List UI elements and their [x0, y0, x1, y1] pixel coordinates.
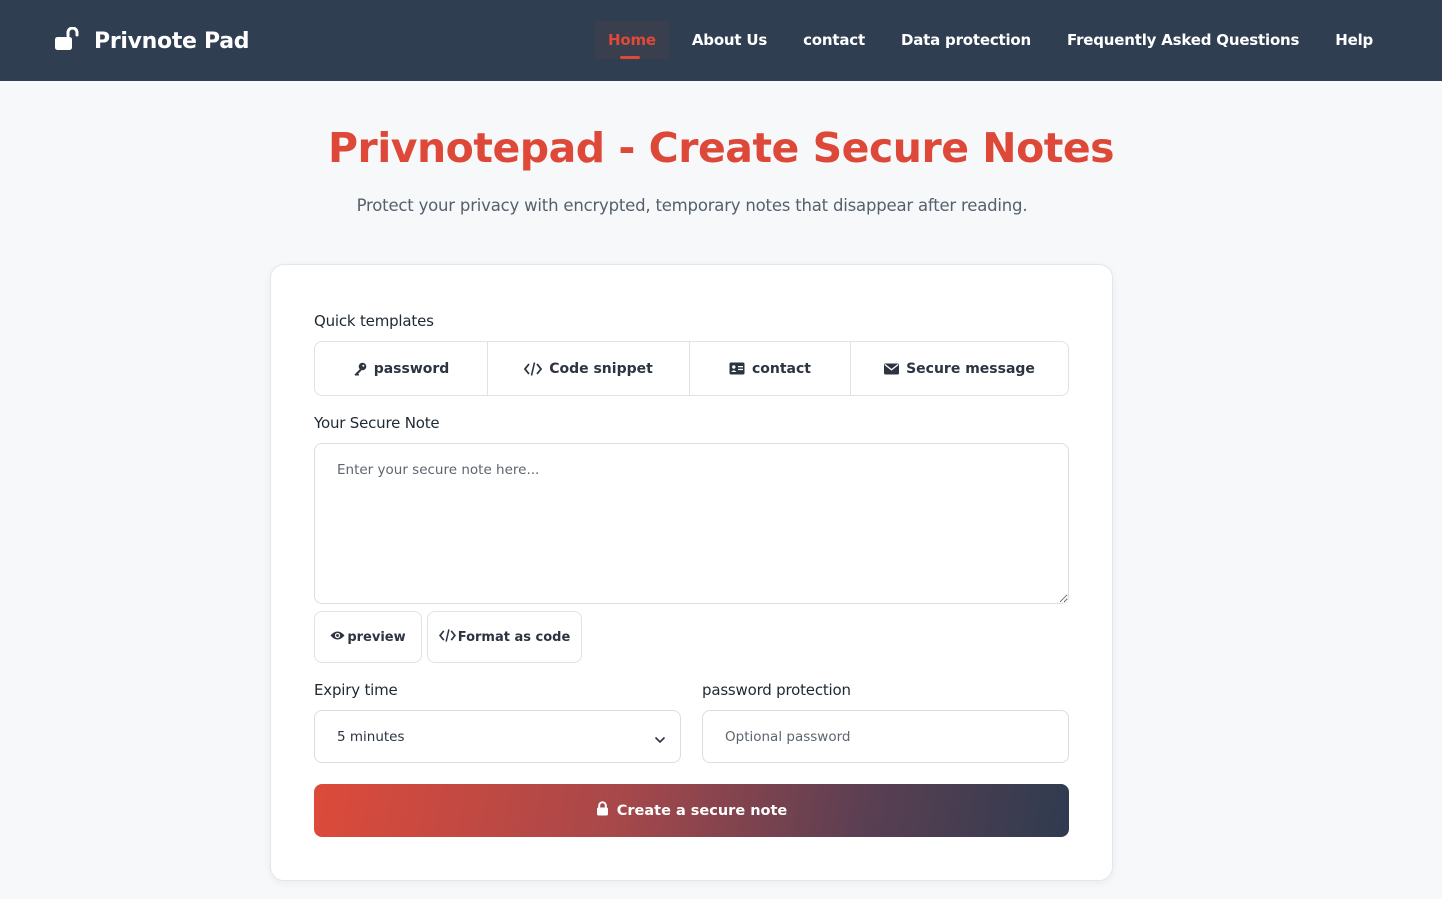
brand-name: Privnote Pad [94, 28, 250, 54]
eye-icon [330, 630, 345, 645]
code-icon [438, 628, 456, 646]
nav-faq[interactable]: Frequently Asked Questions [1053, 21, 1313, 59]
main-nav: Home About Us contact Data protection Fr… [594, 21, 1395, 59]
page-title: Privnotepad - Create Secure Notes [327, 124, 1115, 172]
template-password-button[interactable]: password [315, 342, 488, 395]
code-icon [524, 361, 543, 376]
password-field[interactable] [702, 710, 1069, 763]
nav-data-protection[interactable]: Data protection [887, 21, 1045, 59]
quick-templates-group: password Code snippet contact Secure mes… [314, 341, 1069, 396]
template-code-snippet-label: Code snippet [549, 360, 653, 377]
format-as-code-label: Format as code [457, 629, 571, 645]
key-icon [353, 362, 367, 376]
create-secure-note-label: Create a secure note [616, 802, 788, 819]
expiry-select[interactable]: 5 minutes [314, 710, 681, 763]
expiry-label: Expiry time [314, 681, 398, 699]
template-code-snippet-button[interactable]: Code snippet [488, 342, 690, 395]
brand-logo[interactable]: Privnote Pad [54, 24, 250, 58]
note-label: Your Secure Note [314, 414, 440, 432]
page-subtitle: Protect your privacy with encrypted, tem… [356, 196, 1028, 215]
expiry-selected-value: 5 minutes [337, 728, 405, 745]
password-input[interactable] [725, 728, 1046, 745]
nav-home[interactable]: Home [594, 21, 670, 59]
password-protection-label: password protection [702, 681, 851, 699]
nav-about-us[interactable]: About Us [678, 21, 781, 59]
chevron-down-icon [654, 732, 666, 748]
template-password-label: password [373, 360, 450, 377]
template-contact-button[interactable]: contact [690, 342, 851, 395]
unlock-icon [54, 26, 80, 55]
create-secure-note-button[interactable]: Create a secure note [314, 784, 1069, 837]
lock-icon [596, 801, 609, 820]
nav-contact[interactable]: contact [789, 21, 879, 59]
preview-button[interactable]: preview [314, 611, 422, 663]
template-secure-message-label: Secure message [906, 360, 1035, 377]
id-card-icon [729, 362, 745, 375]
templates-label: Quick templates [314, 312, 434, 330]
template-contact-label: contact [751, 360, 811, 377]
secure-note-textarea[interactable] [314, 443, 1069, 604]
format-as-code-button[interactable]: Format as code [427, 611, 582, 663]
nav-help[interactable]: Help [1321, 21, 1387, 59]
top-navbar: Privnote Pad Home About Us contact Data … [0, 0, 1442, 81]
envelope-icon [884, 363, 900, 375]
preview-label: preview [347, 629, 406, 645]
template-secure-message-button[interactable]: Secure message [851, 342, 1068, 395]
